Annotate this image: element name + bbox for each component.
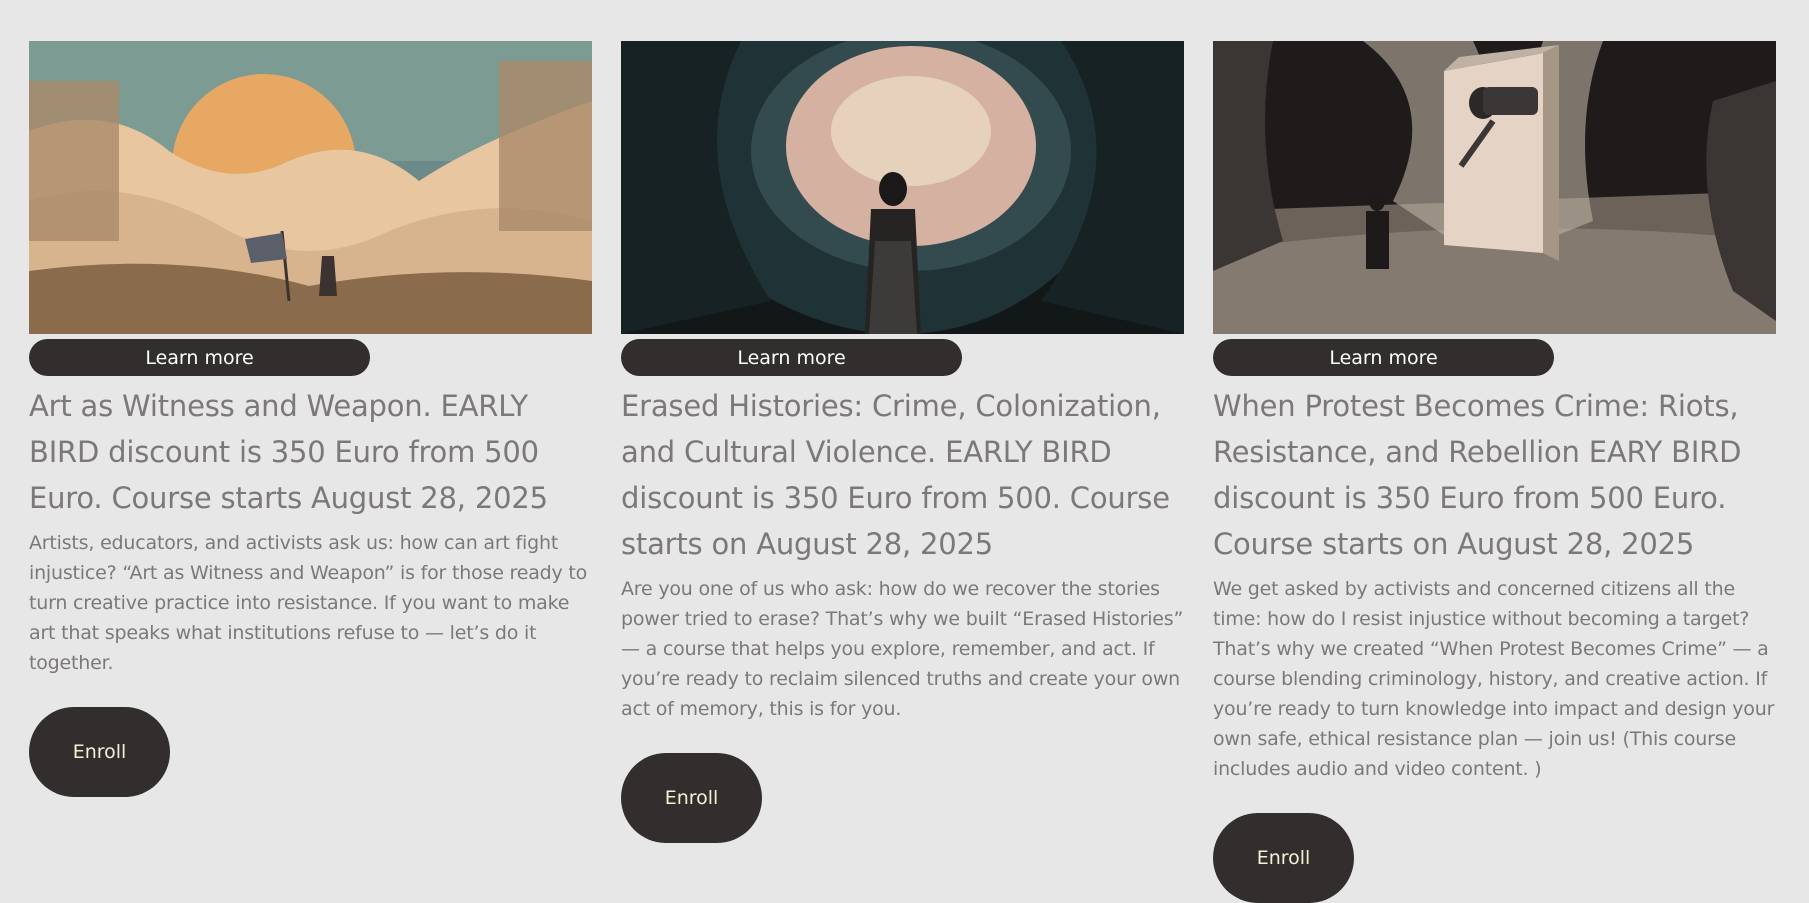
surveillance-illustration bbox=[1213, 41, 1776, 334]
protest-illustration bbox=[29, 41, 592, 334]
enroll-button[interactable]: Enroll bbox=[1213, 813, 1354, 903]
enroll-button[interactable]: Enroll bbox=[621, 753, 762, 843]
course-image[interactable] bbox=[29, 41, 592, 334]
course-image[interactable] bbox=[621, 41, 1184, 334]
course-title[interactable]: Erased Histories: Crime, Colonization, a… bbox=[621, 383, 1184, 567]
course-card: Learn more When Protest Becomes Crime: R… bbox=[1213, 41, 1776, 903]
course-description: We get asked by activists and concerned … bbox=[1213, 578, 1775, 780]
erased-histories-illustration bbox=[621, 41, 1184, 334]
learn-more-button[interactable]: Learn more bbox=[621, 339, 962, 376]
course-description: Are you one of us who ask: how do we rec… bbox=[621, 578, 1184, 720]
enroll-button[interactable]: Enroll bbox=[29, 707, 170, 797]
course-card: Learn more Art as Witness and Weapon. EA… bbox=[29, 41, 592, 903]
learn-more-button[interactable]: Learn more bbox=[29, 339, 370, 376]
course-card: Learn more Erased Histories: Crime, Colo… bbox=[621, 41, 1184, 903]
course-title[interactable]: When Protest Becomes Crime: Riots, Resis… bbox=[1213, 383, 1776, 567]
course-grid: Learn more Art as Witness and Weapon. EA… bbox=[29, 41, 1776, 903]
course-description: Artists, educators, and activists ask us… bbox=[29, 532, 588, 674]
course-image[interactable] bbox=[1213, 41, 1776, 334]
course-title[interactable]: Art as Witness and Weapon. EARLY BIRD di… bbox=[29, 383, 592, 521]
learn-more-button[interactable]: Learn more bbox=[1213, 339, 1554, 376]
